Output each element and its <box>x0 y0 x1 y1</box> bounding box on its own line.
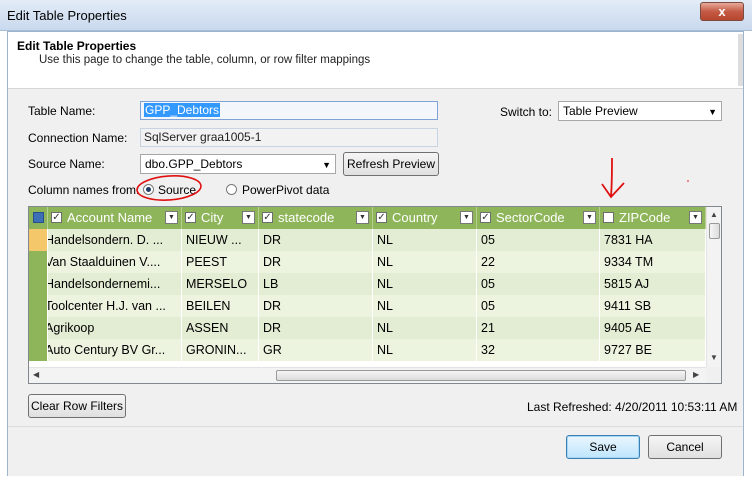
column-header-sectorcode[interactable]: ✓ SectorCode ▼ <box>477 207 600 229</box>
table-cell: Auto Century BV Gr... <box>48 339 182 361</box>
table-cell: NL <box>373 317 477 339</box>
filter-dropdown-icon[interactable]: ▼ <box>583 211 596 224</box>
table-row[interactable]: Van Staalduinen V.... PEEST DR NL 22 9334 TM <box>29 251 706 273</box>
table-cell: 22 <box>477 251 600 273</box>
column-header-account-name[interactable]: ✓ Account Name ▼ <box>48 207 182 229</box>
table-row[interactable]: Toolcenter H.J. van ... BEILEN DR NL 05 9411 … <box>29 295 706 317</box>
vertical-scroll-thumb[interactable] <box>709 223 720 239</box>
table-cell: NL <box>373 251 477 273</box>
table-cell: NL <box>373 273 477 295</box>
table-cell: LB <box>259 273 373 295</box>
scroll-down-icon[interactable]: ▼ <box>710 353 718 362</box>
table-cell: Handelsondernemi... <box>48 273 182 295</box>
column-checkbox[interactable]: ✓ <box>376 212 387 223</box>
table-cell: DR <box>259 251 373 273</box>
row-selector[interactable] <box>29 295 48 317</box>
grid-header: ✓ Account Name ▼ ✓ City ▼ ✓ statecode ▼ … <box>29 207 706 229</box>
table-cell: 05 <box>477 229 600 251</box>
table-cell: 21 <box>477 317 600 339</box>
table-cell: 05 <box>477 295 600 317</box>
filter-dropdown-icon[interactable]: ▼ <box>460 211 473 224</box>
row-selector[interactable] <box>29 317 48 339</box>
row-selector[interactable] <box>29 339 48 361</box>
table-row[interactable]: Handelsondern. D. ... NIEUW ... DR NL 05 7831… <box>29 229 706 251</box>
row-selector[interactable] <box>29 273 48 295</box>
table-cell: BEILEN <box>182 295 259 317</box>
column-checkbox[interactable]: ✓ <box>51 212 62 223</box>
table-cell: Handelsondern. D. ... <box>48 229 182 251</box>
table-row[interactable]: Handelsondernemi... MERSELO LB NL 05 5815 AJ <box>29 273 706 295</box>
scrollbar-corner <box>706 367 721 383</box>
filter-dropdown-icon[interactable]: ▼ <box>689 211 702 224</box>
table-preview-grid[interactable]: ✓ Account Name ▼ ✓ City ▼ ✓ statecode ▼ … <box>28 206 722 384</box>
table-cell: 9334 TM <box>600 251 706 273</box>
filter-dropdown-icon[interactable]: ▼ <box>356 211 369 224</box>
select-all-checkbox[interactable] <box>33 212 44 223</box>
table-cell: 9411 SB <box>600 295 706 317</box>
red-circle-annotation <box>136 175 202 201</box>
horizontal-scroll-thumb[interactable] <box>276 370 686 381</box>
table-cell: DR <box>259 295 373 317</box>
table-cell: GRONIN... <box>182 339 259 361</box>
scroll-left-icon[interactable]: ◀ <box>33 370 39 379</box>
table-cell: PEEST <box>182 251 259 273</box>
table-cell: NL <box>373 339 477 361</box>
table-cell: 5815 AJ <box>600 273 706 295</box>
vertical-scrollbar[interactable]: ▲ ▼ <box>706 207 721 367</box>
column-header-city[interactable]: ✓ City ▼ <box>182 207 259 229</box>
last-refreshed-text: Last Refreshed: 4/20/2011 10:53:11 AM <box>527 400 738 414</box>
table-cell: MERSELO <box>182 273 259 295</box>
table-cell: 9405 AE <box>600 317 706 339</box>
column-header-zipcode[interactable]: ZIPCode ▼ <box>600 207 706 229</box>
row-selector[interactable] <box>29 251 48 273</box>
scroll-right-icon[interactable]: ▶ <box>693 370 699 379</box>
column-header-statecode[interactable]: ✓ statecode ▼ <box>259 207 373 229</box>
column-checkbox[interactable] <box>603 212 614 223</box>
column-header-country[interactable]: ✓ Country ▼ <box>373 207 477 229</box>
table-cell: NIEUW ... <box>182 229 259 251</box>
horizontal-scrollbar[interactable]: ◀ ▶ <box>29 367 706 383</box>
column-checkbox[interactable]: ✓ <box>185 212 196 223</box>
column-checkbox[interactable]: ✓ <box>480 212 491 223</box>
scroll-up-icon[interactable]: ▲ <box>710 210 718 219</box>
table-row[interactable]: Auto Century BV Gr... GRONIN... GR NL 32 9727… <box>29 339 706 361</box>
clear-row-filters-button[interactable]: Clear Row Filters <box>28 394 126 418</box>
row-selector[interactable] <box>29 229 48 251</box>
table-cell: Van Staalduinen V.... <box>48 251 182 273</box>
table-cell: ASSEN <box>182 317 259 339</box>
table-cell: DR <box>259 229 373 251</box>
table-cell: GR <box>259 339 373 361</box>
table-cell: 7831 HA <box>600 229 706 251</box>
save-button[interactable]: Save <box>566 435 640 459</box>
select-all-cell[interactable] <box>29 207 48 229</box>
table-cell: Toolcenter H.J. van ... <box>48 295 182 317</box>
red-dot-annotation <box>687 180 689 182</box>
table-cell: 32 <box>477 339 600 361</box>
cancel-button[interactable]: Cancel <box>648 435 722 459</box>
table-row[interactable]: Agrikoop ASSEN DR NL 21 9405 AE <box>29 317 706 339</box>
filter-dropdown-icon[interactable]: ▼ <box>165 211 178 224</box>
table-cell: DR <box>259 317 373 339</box>
table-cell: Agrikoop <box>48 317 182 339</box>
table-cell: NL <box>373 229 477 251</box>
table-cell: 05 <box>477 273 600 295</box>
table-cell: NL <box>373 295 477 317</box>
table-cell: 9727 BE <box>600 339 706 361</box>
column-checkbox[interactable]: ✓ <box>262 212 273 223</box>
filter-dropdown-icon[interactable]: ▼ <box>242 211 255 224</box>
red-arrow-annotation <box>601 157 625 199</box>
